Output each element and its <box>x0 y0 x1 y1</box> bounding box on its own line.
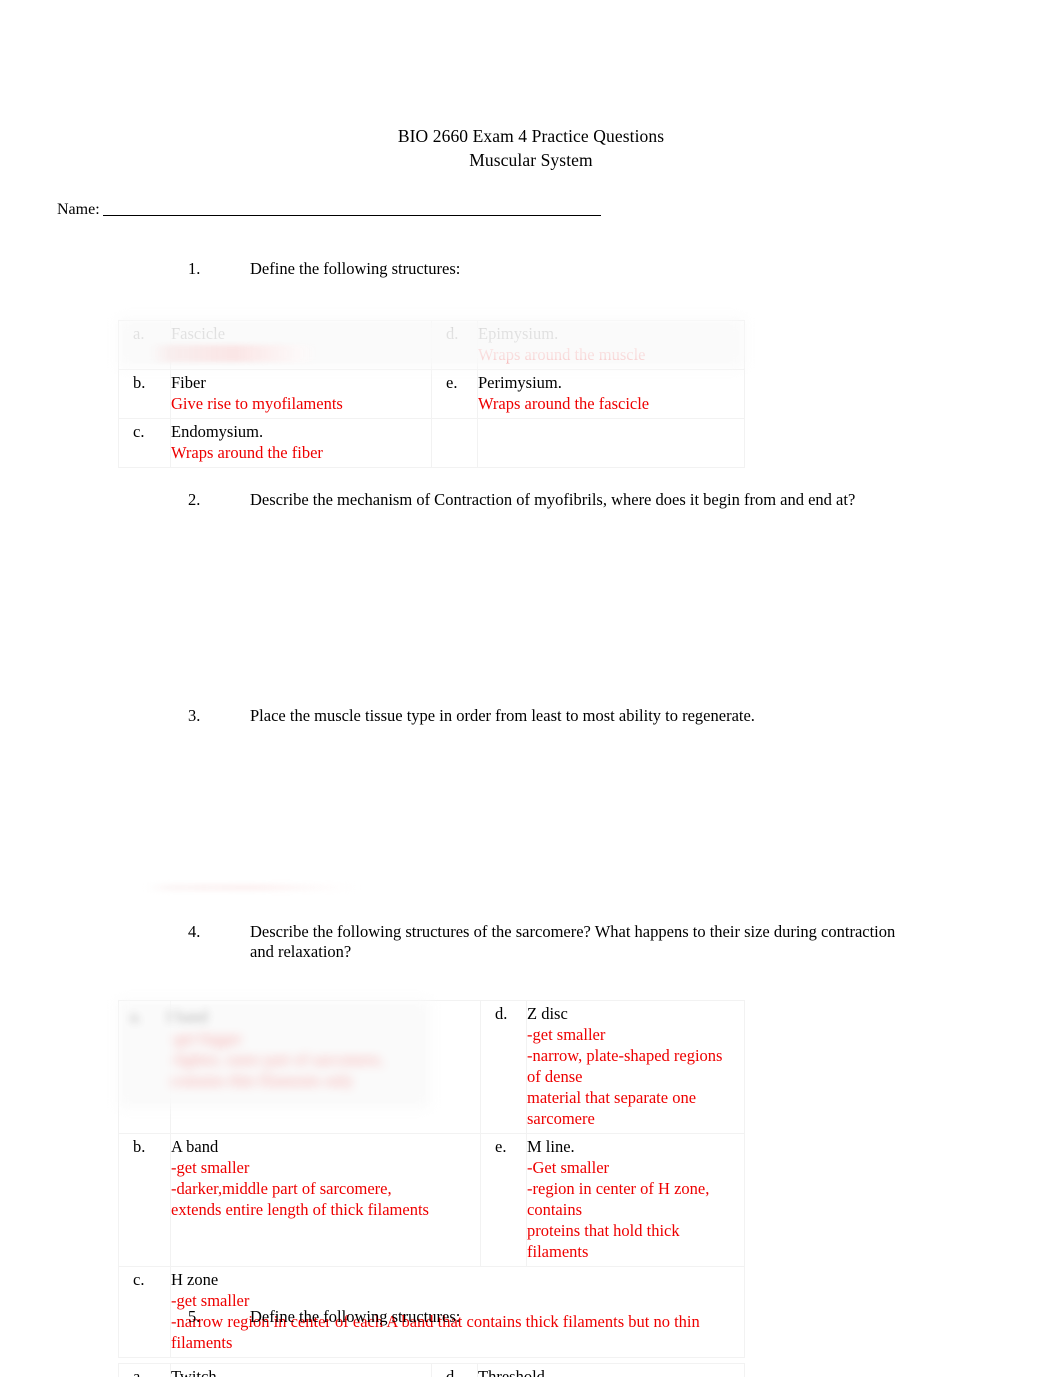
term-label: Fiber <box>171 373 206 392</box>
item-letter: b. <box>118 369 171 419</box>
item-letter: c. <box>118 1266 171 1358</box>
question-1-answer-table: a. Fascicle d. Epimysium. Wraps around t… <box>118 320 745 468</box>
item-content: Fiber Give rise to myofilaments <box>170 369 432 419</box>
term-label: Endomysium. <box>171 422 264 441</box>
question-4: 4. Describe the following structures of … <box>188 922 902 962</box>
item-letter: c. <box>118 418 171 468</box>
answer-text: Wraps around the muscle <box>478 345 646 364</box>
question-1-text: Define the following structures: <box>250 259 461 278</box>
item-content: A band -get smaller -darker,middle part … <box>170 1133 481 1267</box>
term-label: Perimysium. <box>478 373 562 392</box>
item-letter: e. <box>480 1133 527 1267</box>
table-row: a. Fascicle d. Epimysium. Wraps around t… <box>118 320 745 370</box>
table-row: c. Endomysium. Wraps around the fiber <box>118 418 745 468</box>
name-input-rule[interactable] <box>102 215 601 216</box>
item-content: Perimysium. Wraps around the fascicle <box>477 369 745 419</box>
item-content: Twitch <box>170 1363 432 1377</box>
item-content <box>170 1000 481 1134</box>
term-label: Z disc <box>527 1004 568 1023</box>
question-3: 3. Place the muscle tissue type in order… <box>188 706 948 726</box>
item-content: Epimysium. Wraps around the muscle <box>477 320 745 370</box>
answer-text: Wraps around the fiber <box>171 443 323 462</box>
item-letter: a. <box>118 320 171 370</box>
item-content <box>477 418 745 468</box>
item-letter: b. <box>118 1133 171 1267</box>
redaction-smudge-q3 <box>145 884 360 891</box>
question-4-answer-table: d. Z disc -get smaller -narrow, plate-sh… <box>118 1000 745 1358</box>
answer-text: -get smaller -darker,middle part of sarc… <box>171 1158 429 1219</box>
item-content: M line. -Get smaller -region in center o… <box>526 1133 745 1267</box>
question-4-number: 4. <box>188 922 201 941</box>
term-label: A band <box>171 1137 219 1156</box>
table-row: b. A band -get smaller -darker,middle pa… <box>118 1133 745 1267</box>
question-5: 5. Define the following structures: <box>188 1307 948 1327</box>
item-letter: a. <box>118 1363 171 1377</box>
term-label: M line. <box>527 1137 575 1156</box>
question-5-answer-table: a. Twitch d. Threshold <box>118 1363 745 1377</box>
item-content: Z disc -get smaller -narrow, plate-shape… <box>526 1000 745 1134</box>
table-row: a. Twitch d. Threshold <box>118 1363 745 1377</box>
answer-text: -get smaller -narrow, plate-shaped regio… <box>527 1025 723 1128</box>
table-row: b. Fiber Give rise to myofilaments e. Pe… <box>118 369 745 419</box>
table-row: d. Z disc -get smaller -narrow, plate-sh… <box>118 1000 745 1134</box>
title-line-1: BIO 2660 Exam 4 Practice Questions <box>397 126 665 146</box>
question-5-text: Define the following structures: <box>250 1307 461 1326</box>
item-content: Endomysium. Wraps around the fiber <box>170 418 432 468</box>
document-title: BIO 2660 Exam 4 Practice Questions Muscu… <box>0 124 1062 172</box>
question-3-text: Place the muscle tissue type in order fr… <box>250 706 755 725</box>
term-label: Epimysium. <box>478 324 559 343</box>
item-letter <box>431 418 478 468</box>
question-5-number: 5. <box>188 1307 201 1326</box>
item-letter: d. <box>431 320 478 370</box>
term-label: Twitch <box>171 1367 217 1377</box>
name-label: Name: <box>57 201 100 218</box>
question-4-text: Describe the following structures of the… <box>250 922 896 961</box>
item-content: Fascicle <box>170 320 432 370</box>
document-page: BIO 2660 Exam 4 Practice Questions Muscu… <box>0 0 1062 1377</box>
term-label: Fascicle <box>171 324 226 343</box>
question-1-number: 1. <box>188 259 201 278</box>
question-2: 2. Describe the mechanism of Contraction… <box>188 490 948 510</box>
name-field-row: Name: <box>57 200 601 220</box>
answer-text: Give rise to myofilaments <box>171 394 343 413</box>
title-line-2: Muscular System <box>469 150 593 170</box>
answer-text: Wraps around the fascicle <box>478 394 650 413</box>
question-1: 1. Define the following structures: <box>188 259 948 279</box>
question-3-number: 3. <box>188 706 201 725</box>
item-content: Threshold <box>477 1363 745 1377</box>
term-label: H zone <box>171 1270 219 1289</box>
item-letter <box>118 1000 171 1134</box>
term-label: Threshold <box>478 1367 545 1377</box>
item-letter: d. <box>480 1000 527 1134</box>
item-letter: d. <box>431 1363 478 1377</box>
answer-text: -Get smaller -region in center of H zone… <box>527 1158 710 1261</box>
item-letter: e. <box>431 369 478 419</box>
question-2-number: 2. <box>188 490 201 509</box>
question-2-text: Describe the mechanism of Contraction of… <box>250 490 856 509</box>
